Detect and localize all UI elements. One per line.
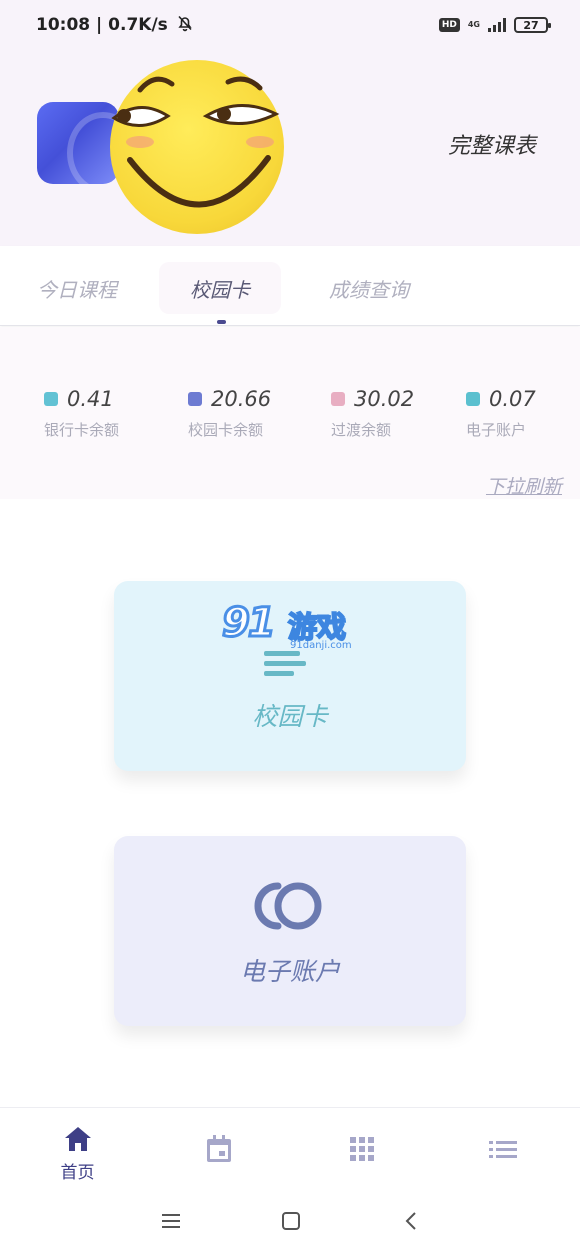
bell-muted-icon [176, 14, 194, 37]
legend-dot [188, 392, 202, 406]
back-icon[interactable] [402, 1211, 422, 1231]
balance-value: 0.07 [489, 387, 536, 411]
system-nav-bar [0, 1189, 580, 1258]
nav-home[interactable]: 首页 [5, 1108, 150, 1190]
balance-value: 0.41 [67, 387, 114, 411]
balance-label: 校园卡余额 [188, 421, 264, 439]
watermark-brand: 91 [221, 599, 278, 648]
status-time-speed: 10:08 | 0.7K/s [36, 15, 168, 35]
tab-today-courses[interactable]: 今日课程 [22, 262, 132, 314]
balance-campus-card: 20.66 校园卡余额 [188, 387, 271, 440]
balance-value: 30.02 [354, 387, 415, 411]
pull-refresh-link[interactable]: 下拉刷新 [486, 472, 562, 499]
recent-apps-icon[interactable] [161, 1211, 181, 1231]
app-logo-icon [37, 102, 119, 184]
network-type: 4G [467, 20, 480, 29]
nav-list[interactable] [430, 1108, 575, 1190]
nav-home-label: 首页 [60, 1163, 95, 1183]
tab-indicator [217, 320, 226, 324]
home-icon [64, 1127, 91, 1151]
bottom-nav: 首页 [0, 1107, 580, 1189]
e-account-button[interactable]: 电子账户 [114, 836, 466, 1026]
hd-badge: HD [438, 18, 460, 32]
tab-grades[interactable]: 成绩查询 [314, 262, 424, 314]
e-account-label: 电子账户 [239, 957, 340, 986]
grid-icon [349, 1137, 374, 1161]
tab-campus-card[interactable]: 校园卡 [159, 262, 281, 314]
smirk-emoji-avatar[interactable] [110, 60, 284, 234]
balance-summary: 0.41 银行卡余额 20.66 校园卡余额 30.02 过渡余额 0.07 电… [0, 327, 580, 499]
nav-apps[interactable] [289, 1108, 434, 1190]
coins-icon [254, 882, 322, 930]
watermark-url: 91danji.com [290, 640, 352, 651]
balance-label: 银行卡余额 [44, 421, 120, 439]
balance-value: 20.66 [211, 387, 272, 411]
balance-transition: 30.02 过渡余额 [331, 387, 414, 440]
balance-bank-card: 0.41 银行卡余额 [44, 387, 119, 440]
home-button-icon[interactable] [281, 1211, 301, 1231]
balance-label: 过渡余额 [331, 421, 392, 439]
status-right: HD 4G 27 [438, 17, 551, 33]
full-schedule-link[interactable]: 完整课表 [448, 128, 536, 160]
balance-label: 电子账户 [466, 421, 527, 439]
campus-card-label: 校园卡 [252, 702, 328, 731]
status-bar: 10:08 | 0.7K/s HD 4G 27 [0, 0, 580, 50]
legend-dot [331, 392, 345, 406]
legend-dot [466, 392, 480, 406]
list-icon [488, 1141, 517, 1158]
balance-e-account: 0.07 电子账户 [466, 387, 536, 440]
nav-calendar[interactable] [146, 1108, 291, 1190]
legend-dot [44, 392, 58, 406]
watermark-logo: 91 游戏 91danji.com [221, 599, 362, 656]
signal-icon [488, 18, 506, 32]
battery-icon: 27 [514, 17, 551, 33]
tab-bar: 今日课程 校园卡 成绩查询 [0, 246, 580, 326]
status-left: 10:08 | 0.7K/s [36, 14, 194, 37]
header: 完整课表 [0, 50, 580, 246]
calendar-icon [206, 1135, 231, 1162]
